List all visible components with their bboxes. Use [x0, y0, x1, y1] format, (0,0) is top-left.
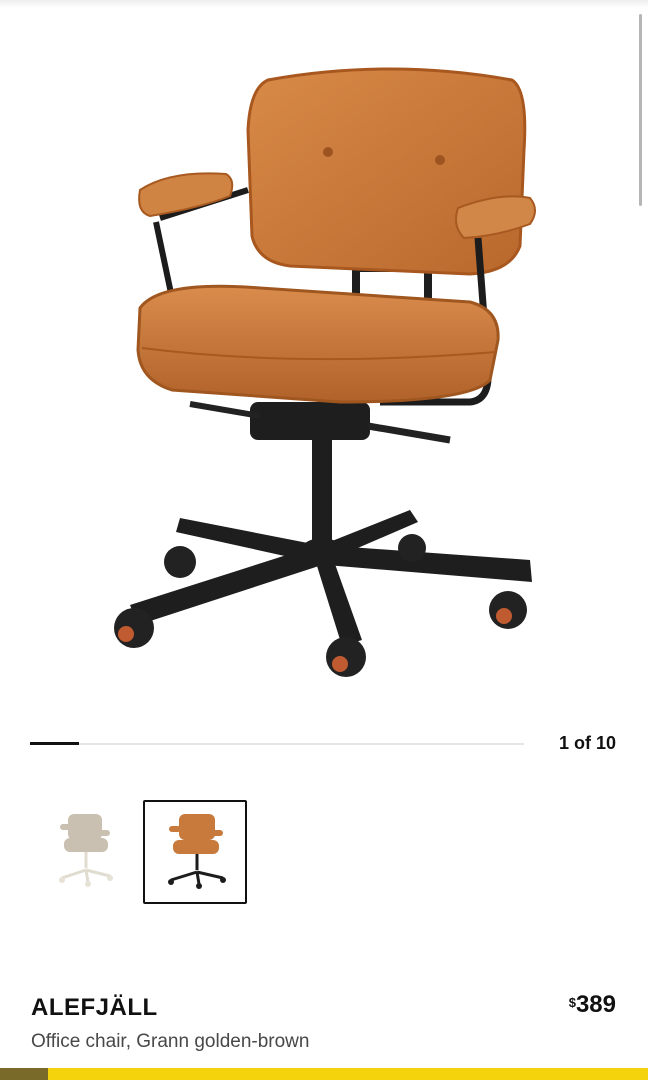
slide-counter: 1 of 10 [558, 733, 616, 753]
product-name: ALEFJÄLL [31, 994, 158, 1021]
price-currency: $ [568, 995, 576, 1010]
product-description: Office chair, Grann golden-brown [31, 1031, 310, 1052]
header-shadow [0, 0, 648, 8]
gallery-progress-bar [30, 742, 524, 745]
thumbnail-golden-brown-variant[interactable] [143, 800, 247, 904]
gallery-progress-indicator [30, 742, 80, 745]
product-main-image[interactable] [0, 40, 648, 700]
bottom-bar-edge [0, 1068, 48, 1080]
product-price: $389 [569, 991, 616, 1019]
thumbnail-beige-variant[interactable] [32, 800, 136, 904]
price-amount: 389 [575, 991, 616, 1018]
add-to-cart-bar[interactable] [0, 1068, 648, 1080]
